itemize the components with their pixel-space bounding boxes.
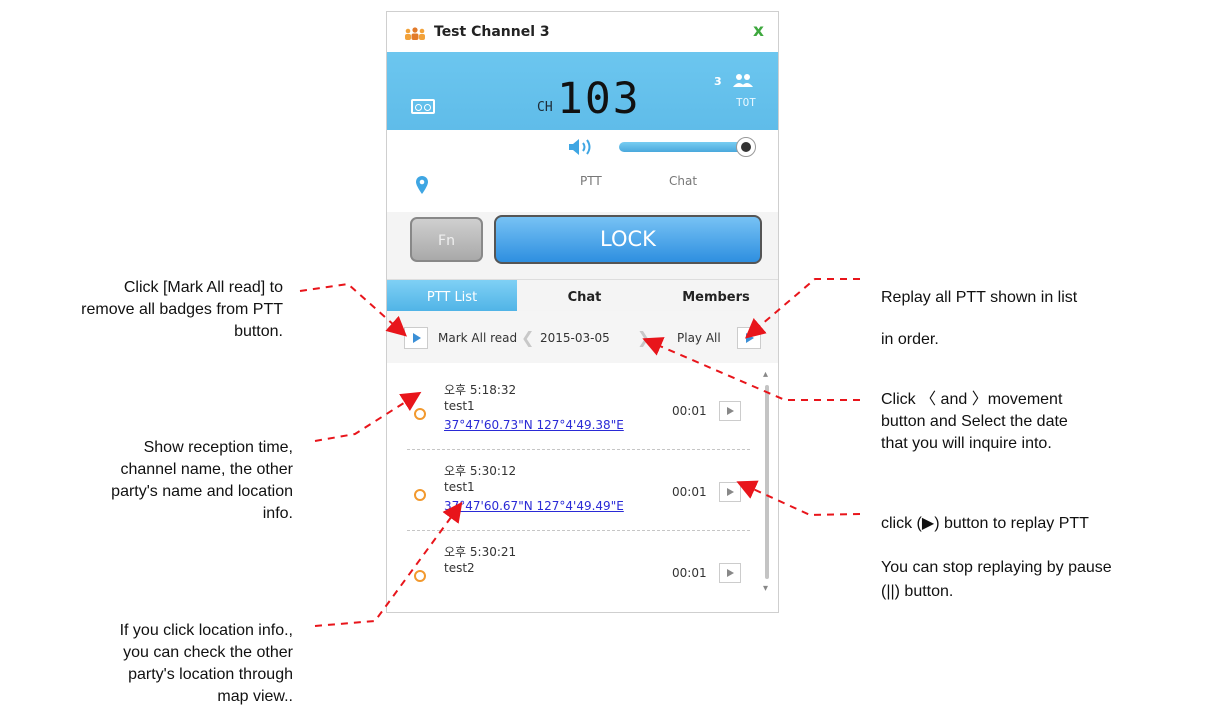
list-item: 오후 5:30:12 test1 37°47'60.67"N 127°4'49.… — [407, 462, 743, 530]
scroll-down-icon[interactable]: ▾ — [763, 583, 768, 594]
tab-members[interactable]: Members — [652, 280, 780, 312]
tab-chat[interactable]: Chat — [517, 280, 652, 312]
volume-slider-knob[interactable] — [736, 137, 756, 157]
fn-button[interactable]: Fn — [410, 217, 483, 262]
ptt-label: PTT — [580, 174, 602, 188]
item-play-button[interactable] — [719, 401, 741, 421]
note-reception: Show reception time, channel name, the o… — [111, 439, 293, 522]
tab-ptt-list[interactable]: PTT List — [387, 280, 517, 312]
lock-button[interactable]: LOCK — [494, 215, 762, 264]
item-name: test2 — [444, 561, 475, 575]
divider — [407, 449, 750, 450]
channel-display: CH 103 3 TOT — [387, 52, 778, 130]
list-toolbar: Mark All read ❮ 2015-03-05 ❯ Play All — [387, 311, 778, 364]
item-duration: 00:01 — [672, 566, 707, 580]
tot-label: TOT — [736, 96, 756, 109]
controls-panel: PTT Chat — [387, 130, 778, 213]
unread-status-icon — [414, 408, 426, 420]
next-date-icon[interactable]: ❯ — [637, 328, 650, 347]
mark-all-read-button[interactable] — [404, 327, 428, 349]
mark-all-read-label[interactable]: Mark All read — [438, 331, 517, 345]
member-count: 3 — [714, 75, 722, 88]
group-icon — [405, 27, 425, 40]
item-play-button[interactable] — [719, 482, 741, 502]
ptt-list: 오후 5:18:32 test1 37°47'60.73"N 127°4'49.… — [387, 363, 778, 603]
button-bar: Fn LOCK — [387, 212, 778, 279]
divider — [407, 530, 750, 531]
item-duration: 00:01 — [672, 485, 707, 499]
scroll-thumb[interactable] — [765, 385, 769, 579]
chat-label: Chat — [669, 174, 698, 188]
item-name: test1 — [444, 399, 475, 413]
item-play-button[interactable] — [719, 563, 741, 583]
list-item: 오후 5:30:21 test2 00:01 — [407, 543, 743, 611]
item-location-link[interactable]: 37°47'60.73"N 127°4'49.38"E — [444, 418, 624, 432]
item-time: 오후 5:30:12 — [444, 464, 517, 478]
title-bar: Test Channel 3 x — [387, 12, 778, 52]
date-label: 2015-03-05 — [540, 331, 610, 345]
item-duration: 00:01 — [672, 404, 707, 418]
channel-prefix: CH — [537, 100, 553, 115]
location-pin-icon[interactable] — [416, 176, 428, 194]
item-location-link[interactable]: 37°47'60.67"N 127°4'49.49"E — [444, 499, 624, 513]
list-item: 오후 5:18:32 test1 37°47'60.73"N 127°4'49.… — [407, 381, 743, 449]
play-all-label[interactable]: Play All — [677, 331, 721, 345]
channel-number: 103 — [557, 74, 641, 124]
window-title: Test Channel 3 — [434, 24, 550, 40]
item-time: 오후 5:18:32 — [444, 383, 517, 397]
note-pause: You can stop replaying by pause (||) but… — [881, 559, 1112, 600]
note-replay: click (▶) button to replay PTT — [881, 515, 1089, 532]
speaker-icon[interactable] — [568, 138, 598, 156]
tab-bar: PTT List Chat Members — [387, 279, 778, 312]
ptt-window: Test Channel 3 x CH 103 3 TOT PTT Chat F… — [386, 11, 779, 613]
scroll-up-icon[interactable]: ▴ — [763, 369, 768, 380]
note-location: If you click location info., you can che… — [119, 622, 293, 705]
unread-status-icon — [414, 489, 426, 501]
prev-date-icon[interactable]: ❮ — [521, 328, 534, 347]
recording-icon[interactable] — [411, 99, 435, 114]
close-icon[interactable]: x — [753, 21, 764, 41]
item-name: test1 — [444, 480, 475, 494]
volume-slider[interactable] — [619, 142, 749, 152]
list-scrollbar[interactable]: ▴ ▾ — [760, 367, 774, 599]
note-play-all: Replay all PTT shown in list in order. — [881, 289, 1078, 348]
note-date-nav: Click 〈 and 〉movement button and Select … — [881, 391, 1068, 452]
unread-status-icon — [414, 570, 426, 582]
members-icon[interactable] — [732, 73, 754, 87]
item-time: 오후 5:30:21 — [444, 545, 517, 559]
play-all-button[interactable] — [737, 327, 761, 349]
note-mark-all: Click [Mark All read] to remove all badg… — [81, 279, 283, 340]
